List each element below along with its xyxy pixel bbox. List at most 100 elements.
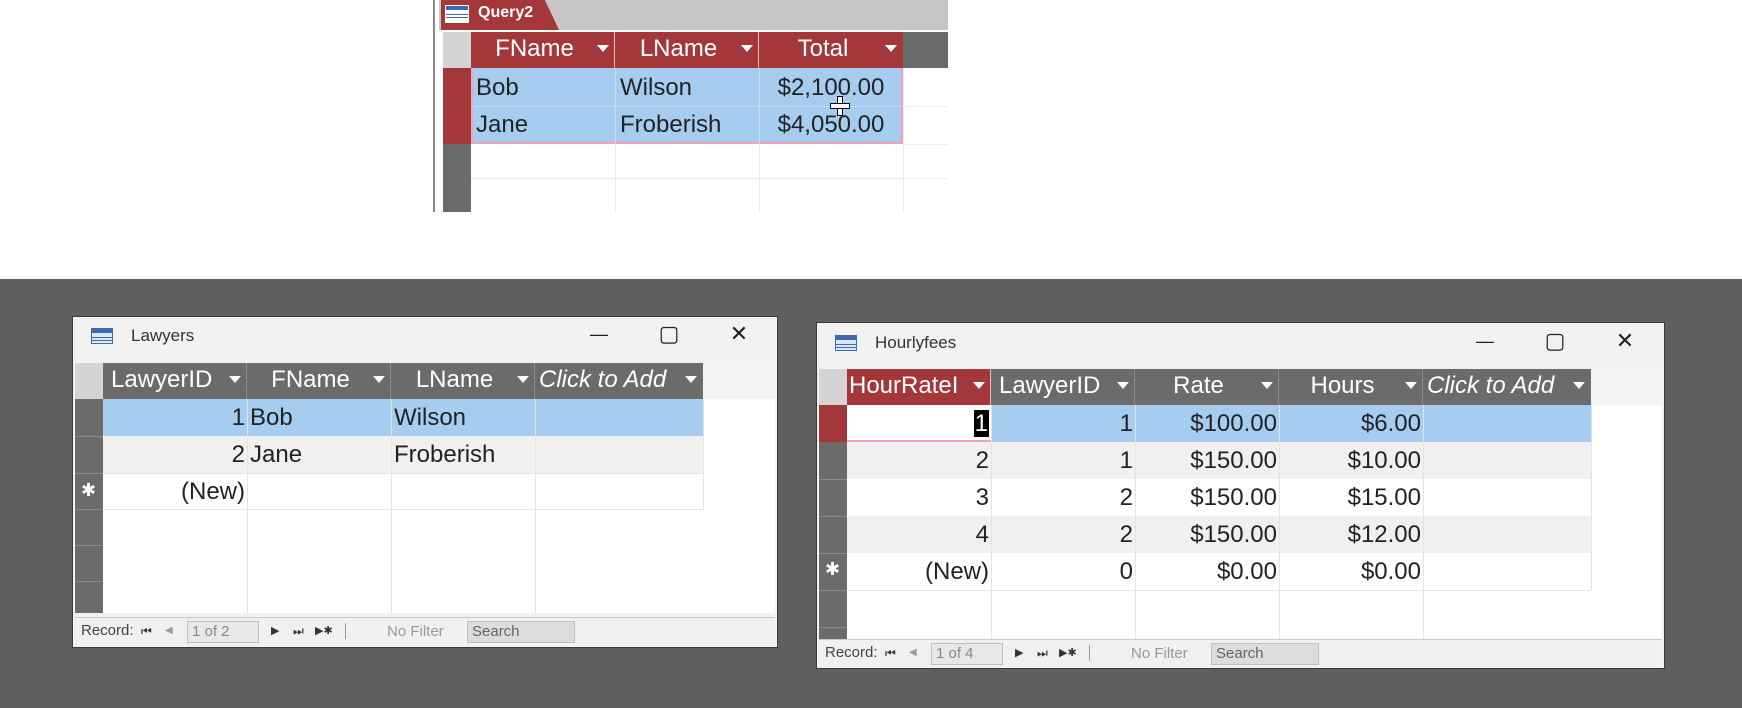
cell-hourratei[interactable]: 4 (847, 517, 991, 553)
cell-hours[interactable]: $10.00 (1279, 443, 1423, 479)
col-header-total[interactable]: Total (759, 32, 903, 68)
col-header-hourratei[interactable]: HourRateI (847, 369, 991, 405)
select-all-corner[interactable] (819, 369, 847, 405)
cell-rate[interactable]: $150.00 (1135, 480, 1279, 516)
dropdown-arrow-icon[interactable] (229, 376, 241, 383)
grid-line (75, 545, 103, 546)
search-input[interactable]: Search (1211, 643, 1319, 665)
col-header-click-to-add[interactable]: Click to Add (535, 363, 703, 399)
col-header-lname[interactable]: LName (391, 363, 535, 399)
col-header-hours[interactable]: Hours (1279, 369, 1423, 405)
grid-line (75, 509, 103, 510)
col-header-label: LawyerID (111, 366, 213, 393)
record-navigation-bar: Record: ⏮ ◀ 1 of 4 ▶ ⏭ ▶✱ No Filter Sear… (819, 639, 1662, 667)
dropdown-arrow-icon[interactable] (517, 376, 529, 383)
col-header-label: LName (415, 366, 494, 393)
col-header-lname[interactable]: LName (615, 32, 759, 68)
cell-fname[interactable]: Bob (473, 70, 613, 106)
cell-fname[interactable]: Jane (473, 107, 613, 143)
maximize-button[interactable]: ▢ (1535, 327, 1575, 355)
cell-fname[interactable]: Bob (247, 400, 391, 436)
cell-fname[interactable]: Jane (247, 437, 391, 473)
dropdown-arrow-icon[interactable] (973, 382, 985, 389)
col-header-rate[interactable]: Rate (1135, 369, 1279, 405)
cell-hours[interactable]: $6.00 (1279, 406, 1423, 442)
new-record-button[interactable]: ▶✱ (315, 619, 333, 643)
cell-hours[interactable]: $15.00 (1279, 480, 1423, 516)
filter-status[interactable]: No Filter (387, 620, 444, 644)
col-header-label: FName (495, 35, 574, 62)
col-header-fname[interactable]: FName (471, 32, 615, 68)
cell-lawyerid[interactable]: 2 (103, 437, 247, 473)
dropdown-arrow-icon[interactable] (1261, 382, 1273, 389)
next-record-icon[interactable]: ▶ (271, 619, 279, 643)
first-record-icon[interactable]: ⏮ (885, 641, 896, 665)
grid-line (819, 590, 847, 591)
close-button[interactable]: ✕ (719, 320, 759, 348)
maximize-button[interactable]: ▢ (649, 320, 689, 348)
title-bar[interactable]: Lawyers — ▢ ✕ (73, 317, 777, 355)
search-input[interactable]: Search (467, 621, 575, 643)
cell-lname[interactable]: Froberish (617, 107, 757, 143)
dropdown-arrow-icon[interactable] (685, 376, 697, 383)
minimize-button[interactable]: — (579, 320, 619, 348)
previous-record-icon[interactable]: ◀ (909, 641, 917, 665)
last-record-icon[interactable]: ⏭ (1037, 641, 1048, 665)
cell-lawyerid[interactable]: 1 (103, 400, 247, 436)
dropdown-arrow-icon[interactable] (1405, 382, 1417, 389)
cell-rate[interactable]: $100.00 (1135, 406, 1279, 442)
move-cursor-icon (830, 96, 850, 116)
col-header-lawyerid[interactable]: LawyerID (103, 363, 247, 399)
previous-record-icon[interactable]: ◀ (165, 619, 173, 643)
cell-lawyerid[interactable]: 2 (991, 480, 1135, 516)
cell-hourratei[interactable]: 2 (847, 443, 991, 479)
record-selector-1[interactable] (443, 68, 471, 106)
select-all-corner[interactable] (443, 32, 471, 68)
select-all-corner[interactable] (75, 363, 103, 399)
new-record-button[interactable]: ▶✱ (1059, 641, 1077, 665)
col-header-lawyerid[interactable]: LawyerID (991, 369, 1135, 405)
cell-lawyerid[interactable]: 1 (991, 406, 1135, 442)
cell-lname[interactable]: Froberish (391, 437, 535, 473)
grid-line (75, 581, 103, 582)
grid-line (75, 473, 103, 474)
dropdown-arrow-icon[interactable] (1573, 382, 1585, 389)
cell-hourratei[interactable]: 3 (847, 480, 991, 516)
new-record-cell[interactable]: $0.00 (1135, 554, 1279, 590)
last-record-icon[interactable]: ⏭ (293, 619, 304, 643)
new-record-cell[interactable]: (New) (103, 474, 247, 510)
record-selector-current[interactable] (819, 405, 847, 442)
tab-query2[interactable]: Query2 (441, 0, 559, 30)
current-record-field[interactable]: 1 of 2 (187, 621, 259, 643)
dropdown-arrow-icon[interactable] (1117, 382, 1129, 389)
next-record-icon[interactable]: ▶ (1015, 641, 1023, 665)
cell-lawyerid[interactable]: 2 (991, 517, 1135, 553)
new-record-cell[interactable]: $0.00 (1279, 554, 1423, 590)
cell-hours[interactable]: $12.00 (1279, 517, 1423, 553)
grid-line (1135, 405, 1136, 639)
cell-lawyerid[interactable]: 1 (991, 443, 1135, 479)
cell-hourratei[interactable]: 1 (847, 406, 991, 442)
close-button[interactable]: ✕ (1605, 327, 1645, 355)
cell-rate[interactable]: $150.00 (1135, 517, 1279, 553)
filter-status[interactable]: No Filter (1131, 642, 1188, 666)
dropdown-arrow-icon[interactable] (597, 45, 609, 52)
title-bar[interactable]: Hourlyfees — ▢ ✕ (817, 323, 1664, 363)
first-record-icon[interactable]: ⏮ (141, 619, 152, 643)
col-header-click-to-add[interactable]: Click to Add (1423, 369, 1591, 405)
dropdown-arrow-icon[interactable] (885, 45, 897, 52)
cell-lname[interactable]: Wilson (617, 70, 757, 106)
minimize-button[interactable]: — (1465, 327, 1505, 355)
record-selector-2[interactable] (443, 106, 471, 144)
dropdown-arrow-icon[interactable] (373, 376, 385, 383)
new-record-cell[interactable]: (New) (847, 554, 991, 590)
grid-line (391, 399, 392, 613)
header-filler (703, 363, 775, 399)
new-record-cell[interactable]: 0 (991, 554, 1135, 590)
cell-rate[interactable]: $150.00 (1135, 443, 1279, 479)
cell-lname[interactable]: Wilson (391, 400, 535, 436)
col-header-fname[interactable]: FName (247, 363, 391, 399)
current-record-field[interactable]: 1 of 4 (931, 643, 1003, 665)
col-header-label: Total (797, 35, 849, 62)
dropdown-arrow-icon[interactable] (741, 45, 753, 52)
